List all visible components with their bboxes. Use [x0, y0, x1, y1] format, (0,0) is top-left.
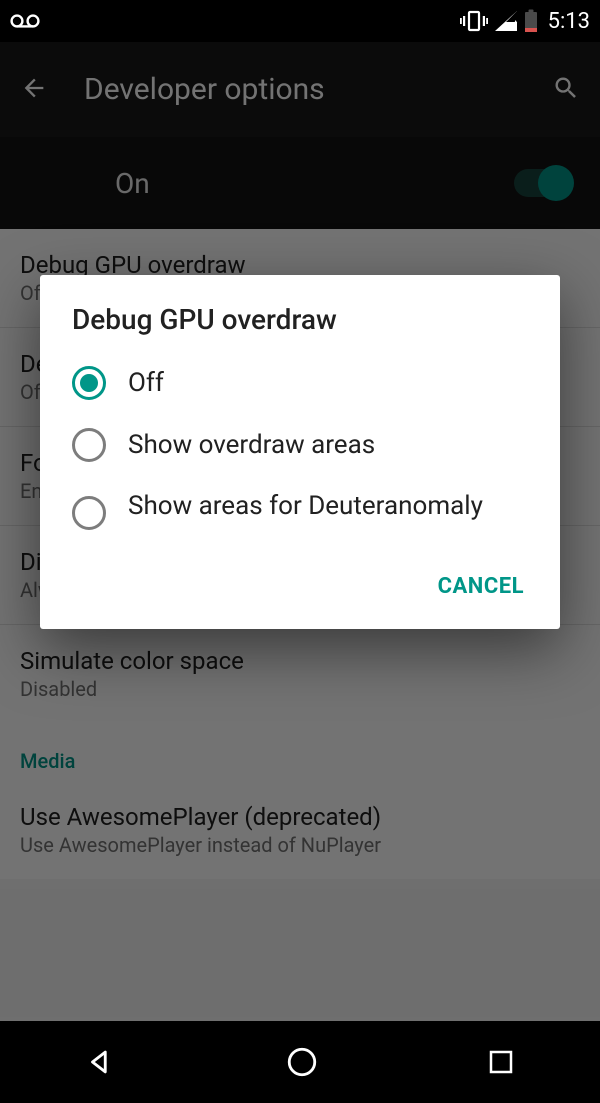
status-bar: 5:13 [0, 0, 600, 42]
navigation-bar [0, 1021, 600, 1103]
voicemail-icon [10, 13, 40, 29]
radio-icon [72, 428, 106, 462]
nav-back-icon[interactable] [84, 1045, 118, 1079]
dialog: Debug GPU overdraw Off Show overdraw are… [40, 275, 560, 629]
radio-label: Off [128, 367, 164, 400]
signal-icon [494, 10, 518, 32]
radio-icon [72, 366, 106, 400]
settings-screen: Developer options On Debug GPU overdraw … [0, 42, 600, 1021]
status-time: 5:13 [548, 9, 590, 34]
vibrate-icon [460, 10, 488, 32]
battery-icon [524, 9, 538, 33]
radio-option-deuteranomaly[interactable]: Show areas for Deuteranomaly [40, 476, 560, 544]
radio-option-off[interactable]: Off [40, 352, 560, 414]
nav-home-icon[interactable] [285, 1045, 319, 1079]
radio-label: Show overdraw areas [128, 429, 375, 462]
radio-label: Show areas for Deuteranomaly [128, 490, 483, 523]
cancel-button[interactable]: Cancel [426, 566, 536, 607]
radio-icon [72, 496, 106, 530]
radio-option-overdraw[interactable]: Show overdraw areas [40, 414, 560, 476]
dialog-title: Debug GPU overdraw [40, 303, 560, 352]
nav-recents-icon[interactable] [486, 1047, 516, 1077]
dialog-scrim[interactable]: Debug GPU overdraw Off Show overdraw are… [0, 42, 600, 1021]
